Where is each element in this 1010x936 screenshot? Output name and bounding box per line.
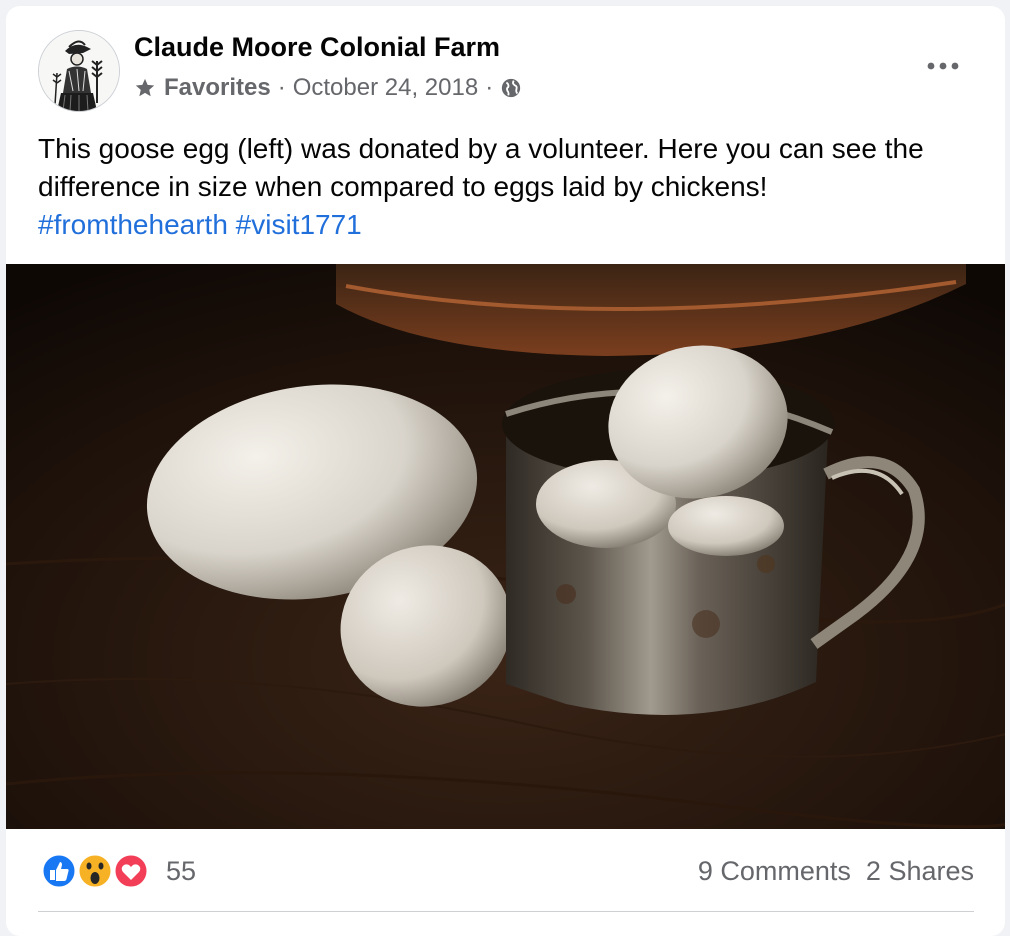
meta-separator: · — [485, 74, 494, 101]
colonial-figure-icon — [39, 31, 119, 111]
more-options-icon — [927, 62, 959, 70]
post-text: This goose egg (left) was donated by a v… — [38, 133, 924, 202]
page-avatar[interactable] — [38, 30, 120, 112]
hashtag-list: #fromthehearth #visit1771 — [38, 209, 362, 240]
page-name-link[interactable]: Claude Moore Colonial Farm — [134, 32, 500, 63]
more-options-button[interactable] — [921, 50, 965, 82]
globe-icon[interactable] — [500, 77, 522, 99]
eggs-photo-illustration — [6, 264, 1005, 829]
love-reaction-icon — [112, 852, 150, 890]
post-meta: Favorites · October 24, 2018 · — [134, 74, 522, 102]
actions-divider — [38, 911, 974, 912]
hashtag-link[interactable]: #fromthehearth — [38, 209, 228, 240]
reaction-count[interactable]: 55 — [166, 856, 196, 887]
favorites-label[interactable]: Favorites — [164, 74, 271, 102]
hashtag-link[interactable]: #visit1771 — [236, 209, 362, 240]
meta-separator: · — [277, 74, 286, 101]
post-card: Claude Moore Colonial Farm Favorites · O… — [6, 6, 1005, 936]
reactions-summary: 55 9 Comments 2 Shares — [40, 848, 974, 894]
comments-count-link[interactable]: 9 Comments — [698, 856, 851, 886]
engagement-counts: 9 Comments 2 Shares — [698, 856, 974, 887]
post-message: This goose egg (left) was donated by a v… — [38, 130, 978, 244]
post-photo[interactable] — [6, 264, 1005, 829]
shares-count-link[interactable]: 2 Shares — [866, 856, 974, 886]
post-header: Claude Moore Colonial Farm Favorites · O… — [6, 6, 1005, 126]
star-icon — [135, 78, 155, 97]
wow-reaction-icon — [76, 852, 114, 890]
reaction-icons[interactable] — [40, 852, 152, 890]
like-reaction-icon — [40, 852, 78, 890]
post-date[interactable]: October 24, 2018 — [293, 74, 478, 102]
